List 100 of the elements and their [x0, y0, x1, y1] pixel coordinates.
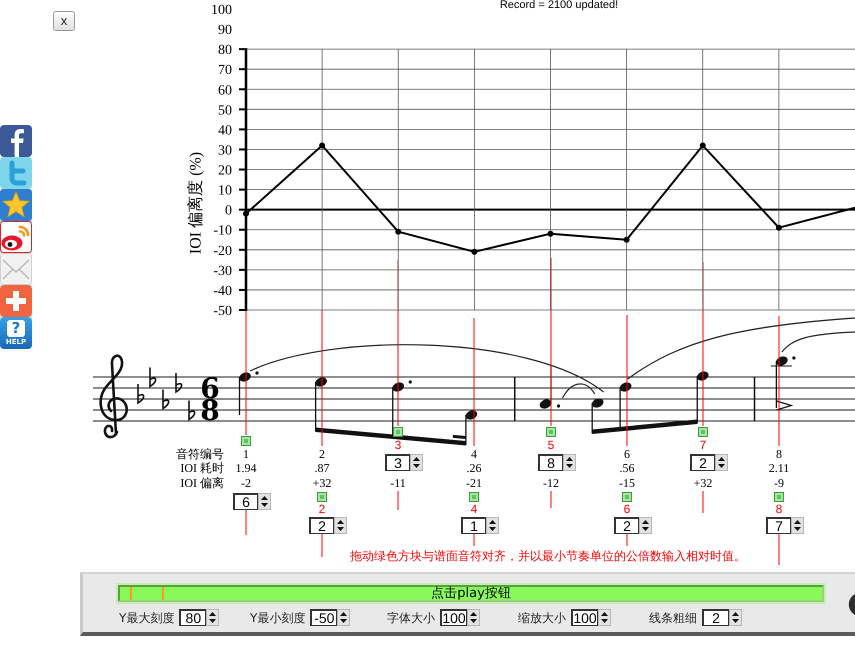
- caret-up-icon[interactable]: [642, 520, 649, 524]
- drag-handle[interactable]: [469, 492, 479, 502]
- ioi-deviation: +32: [312, 477, 332, 490]
- row-label: IOI 偏离: [180, 477, 224, 490]
- caret-down-icon[interactable]: [642, 526, 649, 531]
- caret-down-icon[interactable]: [340, 618, 348, 623]
- number-field[interactable]: 2: [614, 517, 639, 534]
- cue-marker-icon: [162, 587, 164, 600]
- row-label: 音符编号: [176, 448, 224, 461]
- drag-handle[interactable]: [698, 427, 708, 437]
- music-note-icon: [238, 371, 259, 415]
- cue-marker-icon: [130, 587, 132, 600]
- spin-buttons[interactable]: [206, 609, 220, 626]
- caret-up-icon[interactable]: [489, 520, 496, 524]
- caret-up-icon[interactable]: [566, 457, 573, 462]
- note-number: 1: [243, 448, 249, 461]
- caret-down-icon[interactable]: [470, 618, 477, 623]
- marker-number: 5: [548, 439, 554, 451]
- spin-buttons[interactable]: [486, 517, 499, 534]
- ioi-deviation: +32: [694, 477, 712, 490]
- number-field[interactable]: 8: [538, 454, 563, 471]
- caret-down-icon[interactable]: [209, 618, 216, 623]
- number-field[interactable]: 2: [702, 609, 729, 626]
- drag-handle[interactable]: [241, 436, 251, 446]
- caret-up-icon[interactable]: [209, 612, 216, 616]
- drag-handle[interactable]: [622, 492, 632, 502]
- caret-up-icon[interactable]: [732, 612, 739, 616]
- close-button[interactable]: x: [53, 11, 75, 31]
- y-tick-label: 80: [218, 43, 232, 58]
- plus-icon[interactable]: [0, 285, 32, 317]
- number-field[interactable]: 2: [309, 517, 334, 534]
- caret-up-icon[interactable]: [340, 612, 348, 616]
- music-note-icon: [770, 356, 796, 411]
- ioi-deviation: -2: [241, 477, 251, 490]
- drag-handle[interactable]: [774, 492, 784, 502]
- note-number: 2: [319, 448, 325, 461]
- caret-up-icon[interactable]: [413, 457, 420, 462]
- caret-down-icon[interactable]: [489, 526, 496, 531]
- caret-down-icon[interactable]: [794, 526, 801, 531]
- drag-handle[interactable]: [393, 427, 403, 437]
- row-label: IOI 耗时: [180, 462, 224, 475]
- ioi-deviation: -11: [390, 477, 406, 490]
- ioi-time: .56: [620, 462, 634, 475]
- ioi-deviation: -21: [466, 477, 482, 490]
- treble-clef-icon: [99, 354, 128, 438]
- guide-line: [626, 534, 628, 546]
- ioi-time: 1.94: [236, 462, 256, 475]
- caret-down-icon[interactable]: [732, 618, 739, 623]
- caret-up-icon[interactable]: [261, 496, 268, 500]
- caret-up-icon[interactable]: [718, 457, 725, 462]
- y-tick-label: 20: [218, 164, 232, 179]
- eye-waves-icon[interactable]: [0, 221, 32, 253]
- number-field[interactable]: 100: [571, 609, 598, 626]
- y-axis-title: IOI 偏离度 (%): [188, 152, 205, 254]
- spin-buttons[interactable]: [639, 517, 652, 534]
- caret-down-icon[interactable]: [261, 502, 268, 507]
- drag-handle[interactable]: [317, 492, 327, 502]
- caret-up-icon[interactable]: [601, 612, 608, 616]
- caret-up-icon[interactable]: [794, 520, 801, 524]
- y-tick-label: 60: [218, 83, 232, 98]
- spin-buttons[interactable]: [337, 609, 350, 626]
- spin-buttons[interactable]: [791, 517, 804, 534]
- flat-icon: [137, 384, 144, 404]
- number-field[interactable]: 6: [233, 493, 258, 510]
- y-tick-label: 10: [218, 184, 232, 199]
- spin-buttons[interactable]: [729, 609, 742, 626]
- number-field[interactable]: 1: [461, 517, 486, 534]
- caret-up-icon[interactable]: [337, 520, 344, 524]
- setting-label: 线条粗细: [649, 610, 697, 624]
- number-field[interactable]: 3: [385, 454, 410, 471]
- number-field[interactable]: 80: [179, 609, 206, 626]
- spin-buttons[interactable]: [715, 454, 728, 471]
- spin-buttons[interactable]: [258, 493, 271, 510]
- play-bar[interactable]: 点击play按钮: [118, 585, 824, 602]
- caret-up-icon[interactable]: [470, 612, 477, 616]
- y-tick-label: 30: [218, 143, 232, 158]
- f-logo-icon[interactable]: [0, 125, 32, 157]
- drag-handle[interactable]: [546, 427, 556, 437]
- ioi-time: .26: [466, 462, 482, 475]
- caret-down-icon[interactable]: [413, 464, 420, 468]
- spin-buttons[interactable]: [598, 609, 611, 626]
- caret-down-icon[interactable]: [718, 464, 725, 468]
- flat-icon: [162, 390, 170, 410]
- caret-down-icon[interactable]: [337, 526, 344, 531]
- spin-buttons[interactable]: [563, 454, 576, 471]
- spin-buttons[interactable]: [410, 454, 423, 471]
- setting-label: 缩放大小: [518, 610, 566, 624]
- spin-buttons[interactable]: [467, 609, 480, 626]
- spin-buttons[interactable]: [334, 517, 347, 534]
- number-field[interactable]: -50: [310, 609, 338, 626]
- caret-down-icon[interactable]: [566, 464, 573, 468]
- number-field[interactable]: 2: [690, 454, 715, 471]
- round-button[interactable]: [848, 594, 855, 615]
- y-tick-label: 0: [225, 204, 232, 219]
- number-field[interactable]: 100: [440, 609, 467, 626]
- y-tick-label: 100: [211, 3, 232, 18]
- y-tick-label: -10: [213, 224, 232, 239]
- caret-down-icon[interactable]: [601, 618, 608, 623]
- number-field[interactable]: 7: [766, 517, 791, 534]
- note-number: 8: [776, 448, 782, 461]
